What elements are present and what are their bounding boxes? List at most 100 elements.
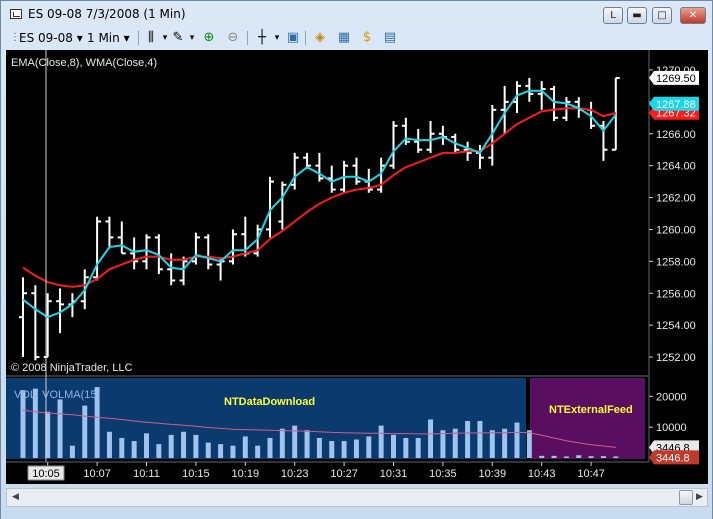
volume-bar [576, 455, 582, 458]
instrument-label: ES 09-08 [19, 31, 73, 45]
volume-bar [341, 441, 347, 458]
time-axis-label: 10:39 [479, 468, 507, 480]
ohlc-bar [43, 293, 52, 359]
download-region-label: NTDataDownload [224, 396, 315, 408]
ohlc-bar [179, 256, 188, 286]
volume-bar [465, 421, 471, 458]
volume-bar [415, 437, 421, 458]
indicator-label: EMA(Close,8), WMA(Close,4) [11, 57, 157, 69]
volume-bar [526, 430, 532, 458]
volume-bar [477, 421, 483, 458]
price-axis-label: 1262.00 [656, 193, 696, 205]
time-axis-label: 10:11 [133, 468, 160, 480]
ema-line [22, 107, 617, 288]
volume-bar [218, 444, 224, 458]
toolbar-separator [247, 31, 248, 45]
scroll-right-icon[interactable]: ▶ [692, 490, 707, 505]
crosshair-icon[interactable]: ┼ [254, 30, 270, 46]
last-price-tag-label: 1269.50 [656, 73, 696, 85]
volume-label: VOL, VOLMA(15) [14, 389, 100, 401]
time-axis-label: 10:19 [232, 468, 260, 480]
indicators-icon[interactable]: ▦ [336, 30, 352, 46]
time-axis-label: 10:15 [182, 468, 210, 480]
volume-bar [279, 428, 285, 458]
ohlc-bar [105, 216, 114, 249]
volume-axis-label: 20000 [656, 391, 687, 403]
volume-bar [205, 442, 211, 458]
volume-bar [144, 433, 149, 458]
toolbar-separator [305, 31, 306, 45]
scroll-left-icon[interactable]: ◀ [8, 490, 23, 505]
ohlc-bar [550, 85, 559, 121]
chevron-down-icon[interactable]: ▾ [184, 30, 200, 46]
volume-bar [57, 399, 63, 458]
time-axis-label: 10:31 [380, 468, 408, 480]
volume-bar [255, 445, 261, 458]
price-chart[interactable]: EMA(Close,8), WMA(Close,4) © 2008 NinjaT… [6, 50, 708, 484]
chevron-down-icon: ▾ [76, 31, 83, 45]
price-axis-label: 1264.00 [656, 161, 696, 173]
close-button[interactable]: ✕ [680, 7, 706, 24]
price-axis-label: 1258.00 [656, 256, 696, 268]
time-axis-label: 10:23 [281, 468, 309, 480]
horizontal-scrollbar[interactable]: ◀ ▶ [6, 488, 708, 507]
volume-bar [193, 434, 199, 458]
price-axis-label: 1260.00 [656, 224, 696, 236]
volume-bar [168, 434, 174, 458]
ohlc-bar [31, 285, 40, 361]
ohlc-bar [290, 152, 299, 190]
volume-bar [440, 430, 446, 458]
volume-bar [403, 437, 409, 458]
time-axis-label: 10:47 [577, 468, 605, 480]
toolbar-separator [138, 31, 139, 45]
snapshot-icon[interactable]: ▣ [285, 30, 301, 46]
chart-panel[interactable]: EMA(Close,8), WMA(Close,4) © 2008 NinjaT… [6, 50, 708, 484]
price-axis-label: 1256.00 [656, 288, 696, 300]
ohlc-bar [228, 229, 237, 265]
zoom-in-icon[interactable]: ⊕ [201, 30, 217, 46]
window-title: ES 09-08 7/3/2008 (1 Min) [28, 7, 186, 21]
dollar-icon[interactable]: $ [359, 30, 375, 46]
volume-bar [353, 439, 359, 458]
volume-bar [230, 445, 236, 458]
maximize-button[interactable]: □ [652, 7, 672, 24]
ohlc-bar [19, 277, 27, 358]
volume-bar [366, 436, 372, 458]
ohlc-bar [426, 120, 435, 153]
interval-label: 1 Min [87, 31, 120, 45]
strategies-icon[interactable]: ◈ [312, 30, 328, 46]
volume-bar [106, 431, 112, 458]
ohlc-bar [278, 181, 287, 230]
time-axis-label: 10:27 [330, 468, 358, 480]
ohlc-bar [389, 120, 398, 169]
scroll-thumb[interactable] [679, 490, 693, 505]
volume-bar [588, 456, 594, 458]
ohlc-bar [315, 152, 324, 182]
external-feed-region [530, 378, 645, 459]
chevron-down-icon[interactable]: ▾ [269, 30, 285, 46]
volume-bar [304, 430, 310, 458]
instrument-selector[interactable]: ES 09-08 ▾ [19, 29, 83, 47]
chart-window: ES 09-08 7/3/2008 (1 Min) L ▬ □ ✕ ⋮ ES 0… [0, 0, 713, 519]
volume-bar [131, 441, 137, 458]
chart-toolbar: ⋮ ES 09-08 ▾ 1 Min ▾ ⫼ ▾ ✎ ▾ ⊕ ⊖ ┼ ▾ ▣ ◈… [7, 27, 707, 49]
wma-value-tag-label: 1267.88 [656, 99, 696, 111]
volume-axis-label: 10000 [656, 422, 687, 434]
ohlc-bar [438, 125, 447, 145]
help-button[interactable]: L [603, 7, 623, 24]
volume-bar [551, 455, 557, 458]
minimize-button[interactable]: ▬ [627, 7, 647, 24]
status-bar [1, 509, 712, 519]
volume-bar [69, 445, 75, 458]
volume-bar [316, 437, 322, 458]
last-price-tag: 1269.50 [649, 70, 699, 85]
volume-ma-value-tag: 3446.8 [649, 450, 699, 465]
zoom-out-icon[interactable]: ⊖ [225, 30, 241, 46]
volume-bar [378, 425, 384, 458]
ohlc-bar [537, 81, 546, 110]
volume-bar [613, 456, 619, 458]
title-bar[interactable]: ES 09-08 7/3/2008 (1 Min) L ▬ □ ✕ [1, 1, 712, 27]
data-box-icon[interactable]: ▤ [382, 30, 398, 46]
interval-selector[interactable]: 1 Min ▾ [87, 29, 130, 47]
volume-bar [428, 419, 434, 458]
